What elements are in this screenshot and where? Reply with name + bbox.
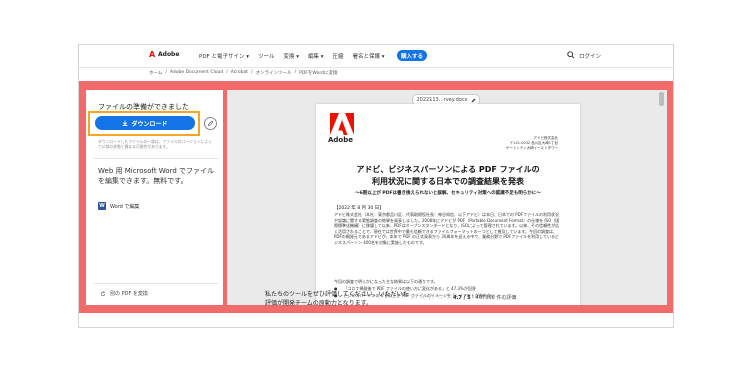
adobe-logo-icon: A [149,50,156,59]
word-promo-text: Web 用 Microsoft Word でファイルを編集できます。無料です。 [98,167,215,185]
document-preview[interactable]: 2022113‥·rvey.docx Adobe アドビ株式会社 〒141-00… [227,90,667,305]
document-paragraph: アドビ株式会社（本社：東京都品川区、代表取締役社長：神谷知信、以下アドビ）は本日… [334,212,560,245]
nav-item-compress[interactable]: 圧縮 [333,52,344,60]
document-subtitle: ～6割以上が PDFは書き換えられないと誤解、セキュリティ対策への認識不足も明ら… [355,191,541,196]
breadcrumb-acrobat[interactable]: Acrobat [231,70,248,76]
nav-item-sign-protect[interactable]: 署名と保護 ▾ [353,52,385,60]
tool-workspace: ファイルの準備ができました ダウンロード ダウンロードしたファイルの一部は、ファ… [79,81,673,313]
star-icon[interactable]: ☆ [409,293,417,302]
brand-name: Adobe [158,51,180,58]
breadcrumb-separator: / [226,70,228,75]
top-navigation: A Adobe PDF と電子サイン ▾ ツール 変換 ▾ 編集 ▾ 圧縮 署名… [79,45,673,68]
document-date: 【2022 年 8 月 30 日】 [334,206,384,211]
nav-item-pdf-esign[interactable]: PDF と電子サイン ▾ [199,52,249,60]
rename-button[interactable] [204,117,217,130]
document-title-line: 利用状況に関する日本での調査結果を発表 [372,177,524,186]
filename: 2022113‥·rvey.docx [416,97,468,103]
download-icon [123,120,128,126]
rating-score: 4.7 / 5 [453,295,471,301]
preview-scrollbar[interactable] [659,92,664,303]
breadcrumb-document-cloud[interactable]: Adobe Document Cloud [170,70,223,76]
star-icon[interactable]: ☆ [427,293,435,302]
adobe-logo[interactable]: A Adobe [149,50,180,59]
download-note: ダウンロードしたファイルの一部は、ファイルのバージョンによって以前の状態と異なる… [98,139,212,149]
star-rating[interactable]: ☆ ☆ ☆ ☆ ☆ [409,293,453,302]
adobe-document-logo-icon [330,113,354,135]
buy-button[interactable]: 購入する [397,50,427,61]
edit-in-word-link[interactable]: W Word で編集 [98,202,139,210]
document-page: Adobe アドビ株式会社 〒141-0032 品川区大崎1丁目 ゲートシティ大… [316,104,580,305]
convert-another-link[interactable]: 別の PDF を変換 [100,290,148,297]
divider [94,158,218,159]
nav-item-convert[interactable]: 変換 ▾ [284,52,300,60]
nav-item-edit[interactable]: 編集 ▾ [308,52,324,60]
breadcrumb-home[interactable]: ホーム [149,70,162,76]
pencil-icon [471,98,476,102]
breadcrumb-separator: / [294,70,297,75]
breadcrumb: ホーム / Adobe Document Cloud / Acrobat / オ… [149,70,337,76]
login-link[interactable]: ログイン [579,52,601,60]
nav-item-tools[interactable]: ツール [258,52,275,60]
search-icon[interactable] [567,51,575,59]
nav-menu: PDF と電子サイン ▾ ツール 変換 ▾ 編集 ▾ 圧縮 署名と保護 ▾ [199,52,385,60]
rating-summary: 4.7 / 5 - 407356 件の評価 [453,294,516,301]
document-title: アドビ、ビジネスパーソンによる PDF ファイルの 利用状況に関する日本での調査… [316,164,580,188]
star-icon[interactable]: ☆ [418,293,426,302]
result-panel: ファイルの準備ができました ダウンロード ダウンロードしたファイルの一部は、ファ… [86,90,223,305]
divider [94,283,218,284]
document-title-line: アドビ、ビジネスパーソンによる PDF ファイルの [356,165,540,174]
company-address: アドビ株式会社 〒141-0032 品川区大崎1丁目 ゲートシティ大崎イーストタ… [488,136,558,151]
edit-in-word-label: Word で編集 [110,203,140,210]
convert-another-label: 別の PDF を変換 [110,291,148,297]
address-line: ゲートシティ大崎イーストタワー [505,146,558,150]
breadcrumb-separator: / [165,70,167,75]
breadcrumb-separator: / [251,70,253,75]
download-label: ダウンロード [131,120,168,128]
star-icon[interactable]: ☆ [436,293,444,302]
document-brand: Adobe [328,136,353,144]
pencil-icon [207,120,214,127]
browser-page: A Adobe PDF と電子サイン ▾ ツール 変換 ▾ 編集 ▾ 圧縮 署名… [78,44,674,328]
rating-count: - 407356 件の評価 [472,295,517,301]
refresh-icon [100,290,106,296]
breadcrumb-online-tools[interactable]: オンラインツール [256,70,292,76]
document-paragraph: 今回の調査で明らかになった主な結果は以下の通りです。 [334,279,438,284]
breadcrumb-current: PDFをWordに変換 [299,71,338,76]
word-icon: W [98,202,106,210]
scroll-thumb[interactable] [659,92,664,106]
download-button[interactable]: ダウンロード [95,116,195,130]
